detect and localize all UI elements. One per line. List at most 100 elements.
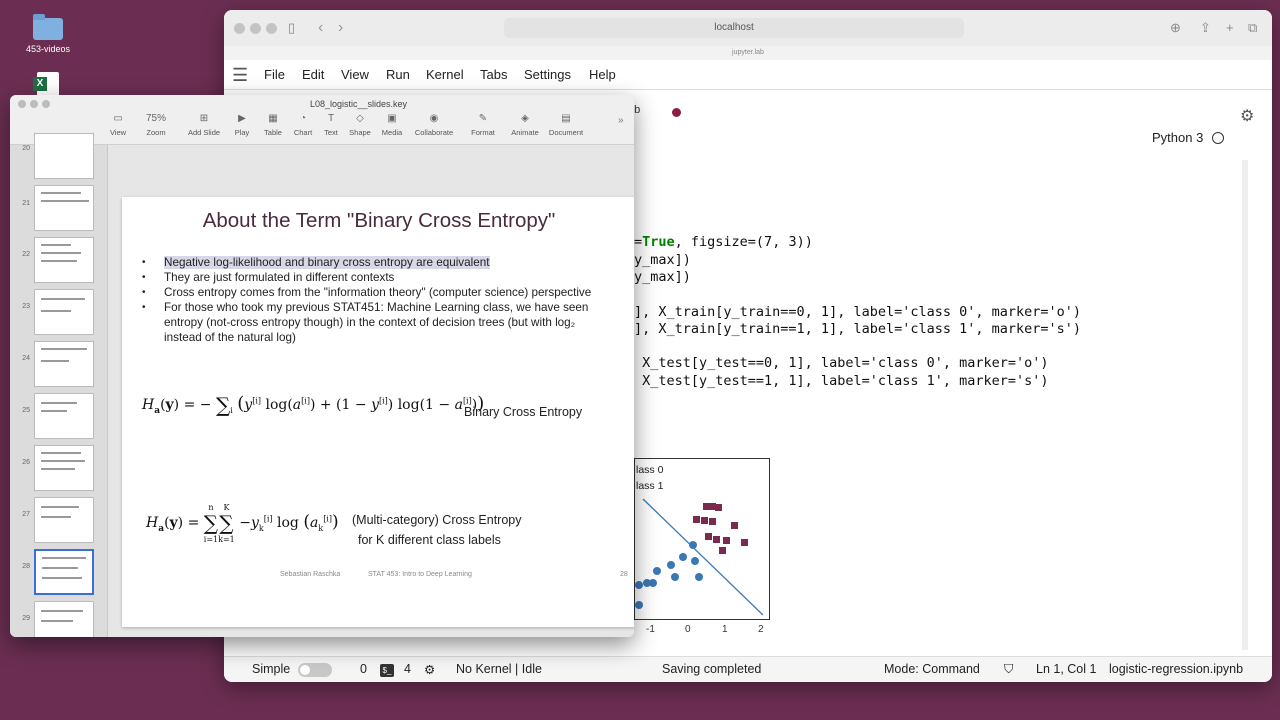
toolbar-label: Collaborate	[414, 128, 454, 137]
shield-icon[interactable]: ⛉	[1004, 662, 1013, 677]
class0-point	[635, 581, 643, 589]
jupyter-logo-icon: ☰	[232, 65, 249, 85]
slide-thumbnail[interactable]	[34, 289, 94, 335]
toolbar-overflow-icon[interactable]: »	[618, 115, 624, 126]
close-window-button[interactable]	[234, 23, 245, 34]
format-icon: ✎	[478, 113, 488, 124]
slide-number: 28	[22, 563, 30, 570]
slide-footer-course: STAT 453: Intro to Deep Learning	[368, 571, 472, 578]
forward-arrow-icon[interactable]: ›	[338, 19, 343, 37]
class0-point	[649, 579, 657, 587]
slide-thumbnail[interactable]	[34, 133, 94, 179]
running-count[interactable]: 0	[360, 662, 367, 676]
bullet-item: They are just formulated in different co…	[142, 270, 612, 285]
zoom-window-button[interactable]	[266, 23, 277, 34]
slide-thumbnail[interactable]	[34, 341, 94, 387]
code-line: y_max])	[634, 252, 691, 268]
slide-thumbnail[interactable]	[34, 497, 94, 543]
legend-class0: lass 0	[636, 464, 664, 476]
class1-point	[703, 503, 710, 510]
sidebar-toggle-icon[interactable]: ▯	[288, 20, 295, 36]
class1-point	[731, 522, 738, 529]
slide-thumbnail[interactable]	[34, 445, 94, 491]
class1-point	[741, 539, 748, 546]
kernel-status[interactable]: No Kernel | Idle	[456, 662, 542, 676]
toolbar-format-button[interactable]: ✎ Format	[461, 113, 505, 137]
share-icon[interactable]: ⇪	[1200, 20, 1211, 36]
current-slide[interactable]: About the Term "Binary Cross Entropy" Ne…	[122, 197, 634, 627]
kernel-sessions-icon[interactable]: ⚙	[424, 662, 435, 677]
slide-number: 26	[22, 459, 30, 466]
notebook-scrollbar[interactable]	[1242, 160, 1248, 650]
menu-settings[interactable]: Settings	[524, 67, 571, 82]
class0-point	[679, 553, 687, 561]
class1-point	[709, 518, 716, 525]
slide-title[interactable]: About the Term "Binary Cross Entropy"	[122, 209, 634, 233]
cursor-position[interactable]: Ln 1, Col 1	[1036, 662, 1096, 676]
menu-run[interactable]: Run	[386, 67, 410, 82]
multi-category-cross-entropy-label: (Multi-category) Cross Entropy	[352, 513, 522, 527]
x-tick-label: 2	[758, 624, 764, 635]
slide-number: 24	[22, 355, 30, 362]
slide-thumbnail[interactable]	[34, 393, 94, 439]
desktop-folder-453-videos[interactable]: 453-videos	[18, 14, 78, 54]
class1-point	[693, 516, 700, 523]
code-line: ], X_train[y_train==0, 1], label='class …	[634, 304, 1082, 320]
code-line: X_test[y_test==0, 1], label='class 0', m…	[634, 355, 1049, 371]
address-bar[interactable]: localhost	[504, 18, 964, 38]
toolbar-label: Animate	[511, 128, 539, 137]
menu-view[interactable]: View	[341, 67, 369, 82]
toolbar-animate-button[interactable]: ◈ Animate	[503, 113, 547, 137]
kernel-name[interactable]: Python 3	[1152, 130, 1203, 145]
class1-point	[723, 537, 730, 544]
slide-canvas[interactable]: About the Term "Binary Cross Entropy" Ne…	[108, 145, 634, 637]
slide-thumbnail-selected[interactable]	[34, 549, 94, 595]
simple-mode-toggle[interactable]	[298, 663, 332, 677]
slide-footer-author: Sebastian Raschka	[280, 571, 341, 578]
unsaved-indicator-icon[interactable]	[672, 108, 681, 117]
minimize-window-button[interactable]	[250, 23, 261, 34]
tab-overview-icon[interactable]: ⧉	[1248, 20, 1257, 36]
keynote-filename: L08_logistic__slides.key	[310, 99, 408, 109]
simple-mode-label: Simple	[252, 662, 291, 676]
terminal-icon[interactable]: $_	[380, 664, 394, 677]
toolbar-media-button[interactable]: ▣ Media	[370, 113, 414, 137]
slide-page-number: 28	[620, 571, 628, 578]
toolbar-collaborate-button[interactable]: ◉ Collaborate	[412, 113, 456, 137]
menu-file[interactable]: File	[264, 67, 285, 82]
slide-number: 22	[22, 251, 30, 258]
toolbar-zoom-button[interactable]: 75% Zoom	[134, 113, 178, 137]
menu-tabs[interactable]: Tabs	[480, 67, 507, 82]
slide-thumbnail[interactable]	[34, 185, 94, 231]
keynote-close-button[interactable]	[18, 100, 26, 108]
download-icon[interactable]: ⊕	[1170, 20, 1181, 36]
slide-number: 23	[22, 303, 30, 310]
toolbar-document-button[interactable]: ▤ Document	[544, 113, 588, 137]
menu-help[interactable]: Help	[589, 67, 616, 82]
x-tick-label: 0	[685, 624, 691, 635]
slide-thumbnail[interactable]	[34, 237, 94, 283]
toolbar-label: Format	[471, 128, 495, 137]
property-inspector-gear-icon[interactable]: ⚙	[1240, 106, 1254, 126]
menu-kernel[interactable]: Kernel	[426, 67, 464, 82]
menu-edit[interactable]: Edit	[302, 67, 324, 82]
keynote-toolbar: L08_logistic__slides.key ▭ View 75% Zoom…	[10, 95, 634, 145]
code-line: X_test[y_test==1, 1], label='class 1', m…	[634, 373, 1049, 389]
media-icon: ▣	[387, 113, 397, 124]
code-line: =True, figsize=(7, 3))	[634, 234, 813, 250]
browser-tab-strip: jupyter.lab	[224, 46, 1272, 60]
kernel-sessions-count[interactable]: 4	[404, 662, 411, 676]
sub-url-text: jupyter.lab	[732, 49, 764, 56]
class0-point	[689, 541, 697, 549]
save-status: Saving completed	[662, 662, 762, 676]
bullet-list[interactable]: Negative log-likelihood and binary cross…	[142, 255, 612, 345]
slide-number: 27	[22, 511, 30, 518]
new-tab-icon[interactable]: +	[1226, 20, 1234, 35]
slide-navigator[interactable]: 20 21 22 23 24 25 26 27 28 29	[10, 133, 108, 637]
back-arrow-icon[interactable]: ‹	[318, 19, 323, 37]
keynote-minimize-button[interactable]	[30, 100, 38, 108]
keynote-zoom-button[interactable]	[42, 100, 50, 108]
slide-thumbnail[interactable]	[34, 601, 94, 637]
legend-class1: lass 1	[636, 480, 664, 492]
class0-point	[653, 567, 661, 575]
